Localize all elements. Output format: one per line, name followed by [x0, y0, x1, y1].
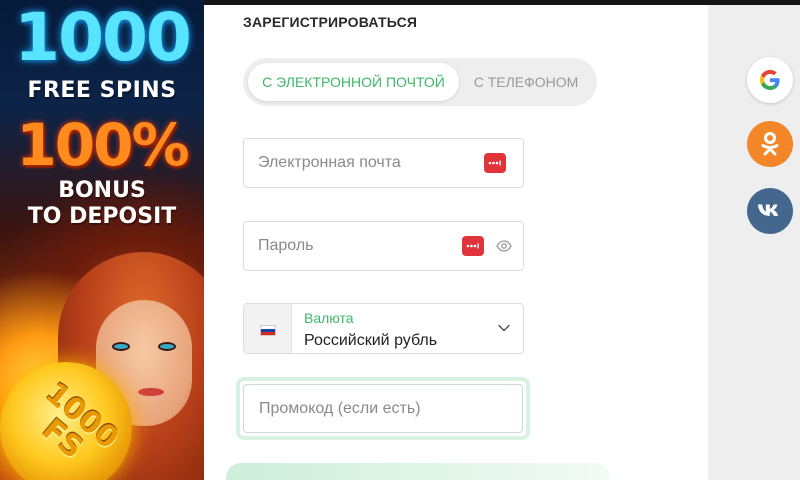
google-icon: [759, 69, 780, 91]
odnoklassniki-login-button[interactable]: [747, 121, 793, 167]
google-login-button[interactable]: [747, 57, 793, 103]
password-manager-dots: [466, 243, 479, 249]
show-password-icon[interactable]: [496, 239, 512, 253]
odnoklassniki-icon: [761, 132, 779, 156]
password-field: [243, 221, 524, 271]
promo-spins-count: 1000: [14, 0, 192, 76]
email-input[interactable]: [258, 139, 478, 187]
currency-value: Российский рубль: [304, 332, 438, 349]
vk-login-button[interactable]: [747, 188, 793, 234]
chevron-down-icon: [498, 324, 510, 332]
promo-bonus-word: BONUS: [58, 178, 146, 203]
promo-free-spins: FREE SPINS: [27, 78, 177, 103]
character-lips: [138, 388, 164, 396]
promo-to-deposit: TO DEPOSIT: [27, 204, 177, 229]
character-eye: [158, 342, 176, 351]
password-manager-dots: [488, 160, 501, 166]
password-input[interactable]: [258, 222, 478, 270]
password-manager-icon[interactable]: [484, 153, 506, 173]
promo-banner[interactable]: 1000 FS 1000 FREE SPINS 100% BONUS TO DE…: [0, 0, 204, 480]
tab-email[interactable]: С ЭЛЕКТРОННОЙ ПОЧТОЙ: [248, 63, 459, 101]
form-title: ЗАРЕГИСТРИРОВАТЬСЯ: [243, 14, 418, 30]
registration-method-tabs: С ЭЛЕКТРОННОЙ ПОЧТОЙ С ТЕЛЕФОНОМ: [243, 58, 597, 106]
promo-code-field: [236, 377, 530, 440]
promo-bonus-text: BONUS TO DEPOSIT: [0, 178, 204, 230]
character-eye: [112, 342, 130, 351]
flag-container: [244, 304, 292, 353]
tab-phone[interactable]: С ТЕЛЕФОНОМ: [459, 63, 593, 101]
vk-icon: [758, 204, 779, 216]
password-manager-icon[interactable]: [462, 236, 484, 256]
email-field: [243, 138, 524, 188]
currency-select[interactable]: Валюта Российский рубль: [243, 303, 524, 354]
submit-button-partial[interactable]: [226, 463, 610, 480]
promo-code-input[interactable]: [243, 384, 523, 433]
russia-flag-icon: [260, 325, 276, 336]
promo-bonus-percent: 100%: [16, 111, 189, 179]
currency-label: Валюта: [304, 310, 354, 326]
